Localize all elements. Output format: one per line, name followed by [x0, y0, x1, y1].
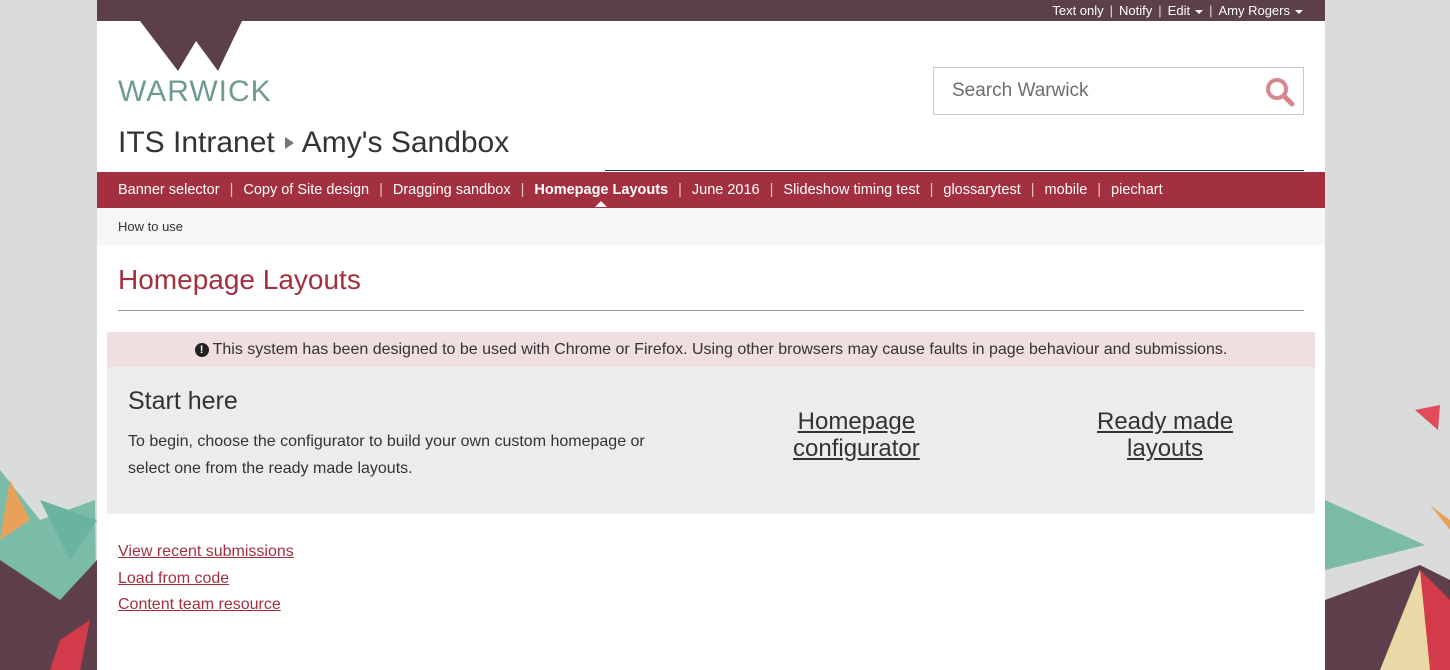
search-input[interactable]: [934, 79, 1264, 103]
configurator-link-line2: configurator: [793, 435, 920, 462]
nav-item-piechart[interactable]: piechart: [1111, 182, 1163, 198]
user-menu[interactable]: Amy Rogers: [1218, 3, 1303, 18]
site-breadcrumb: ITS Intranet Amy's Sandbox: [118, 126, 509, 160]
separator: |: [1209, 3, 1213, 18]
caret-down-icon: [1295, 9, 1303, 14]
notify-link[interactable]: Notify: [1119, 3, 1152, 18]
edit-menu[interactable]: Edit: [1167, 3, 1204, 18]
load-from-code-link[interactable]: Load from code: [118, 566, 294, 593]
nav-item-banner-selector[interactable]: Banner selector: [118, 182, 220, 198]
exclamation-circle-icon: !: [194, 342, 209, 357]
nav-item-dragging-sandbox[interactable]: Dragging sandbox: [393, 182, 511, 198]
nav-item-mobile[interactable]: mobile: [1045, 182, 1088, 198]
utility-bar: Text only | Notify | Edit | Amy Rogers: [97, 0, 1325, 21]
browser-warning-alert: ! This system has been designed to be us…: [107, 332, 1315, 367]
search-icon[interactable]: [1265, 77, 1295, 107]
ready-link-line2: layouts: [1127, 435, 1204, 462]
separator: |: [1109, 3, 1114, 18]
subnav-item-how-to-use[interactable]: How to use: [118, 219, 183, 234]
panel-description: To begin, choose the configurator to bui…: [128, 433, 645, 477]
panel-title: Start here: [128, 387, 238, 415]
page-container: Text only | Notify | Edit | Amy Rogers W…: [97, 0, 1325, 670]
nav-item-copy-of-site-design[interactable]: Copy of Site design: [243, 182, 369, 198]
nav-separator: |: [229, 182, 234, 198]
homepage-configurator-link[interactable]: Homepage configurator: [793, 408, 920, 462]
edit-label: Edit: [1167, 3, 1191, 18]
alert-text: This system has been designed to be used…: [212, 340, 1228, 358]
footer-links: View recent submissions Load from code C…: [118, 539, 294, 619]
search-box: [933, 67, 1304, 115]
nav-item-homepage-layouts[interactable]: Homepage Layouts: [534, 182, 668, 207]
parent-site-link[interactable]: ITS Intranet: [118, 126, 275, 160]
nav-separator: |: [769, 182, 774, 198]
nav-separator: |: [1097, 182, 1102, 198]
ready-made-layouts-link[interactable]: Ready made layouts: [1097, 408, 1233, 462]
current-site-title[interactable]: Amy's Sandbox: [302, 126, 510, 160]
nav-separator: |: [379, 182, 383, 198]
nav-item-glossarytest[interactable]: glossarytest: [943, 182, 1020, 198]
view-recent-submissions-link[interactable]: View recent submissions: [118, 539, 294, 566]
main-navigation: Banner selector | Copy of Site design | …: [97, 172, 1325, 208]
start-here-panel: Start here To begin, choose the configur…: [107, 367, 1315, 514]
user-name: Amy Rogers: [1218, 3, 1290, 18]
nav-item-slideshow-timing-test[interactable]: Slideshow timing test: [783, 182, 919, 198]
nav-item-june-2016[interactable]: June 2016: [692, 182, 760, 198]
title-divider: [605, 170, 1304, 171]
configurator-link-line1: Homepage: [797, 408, 916, 435]
text-only-link[interactable]: Text only: [1052, 3, 1103, 18]
warwick-logo[interactable]: WARWICK: [118, 21, 271, 108]
separator: |: [1158, 3, 1162, 18]
nav-separator: |: [678, 182, 682, 198]
page-title: Homepage Layouts: [118, 264, 361, 295]
logo-text: WARWICK: [118, 75, 272, 108]
nav-separator: |: [929, 182, 934, 198]
breadcrumb-arrow-icon: [284, 137, 294, 149]
content-team-resource-link[interactable]: Content team resource: [118, 592, 294, 619]
heading-divider: [118, 310, 1304, 311]
sub-navigation: How to use: [97, 208, 1325, 245]
ready-link-line1: Ready made: [1097, 408, 1234, 435]
nav-separator: |: [1030, 182, 1035, 198]
nav-separator: |: [520, 182, 525, 198]
caret-down-icon: [1195, 9, 1204, 14]
warwick-logo-mark-icon: [140, 21, 242, 71]
